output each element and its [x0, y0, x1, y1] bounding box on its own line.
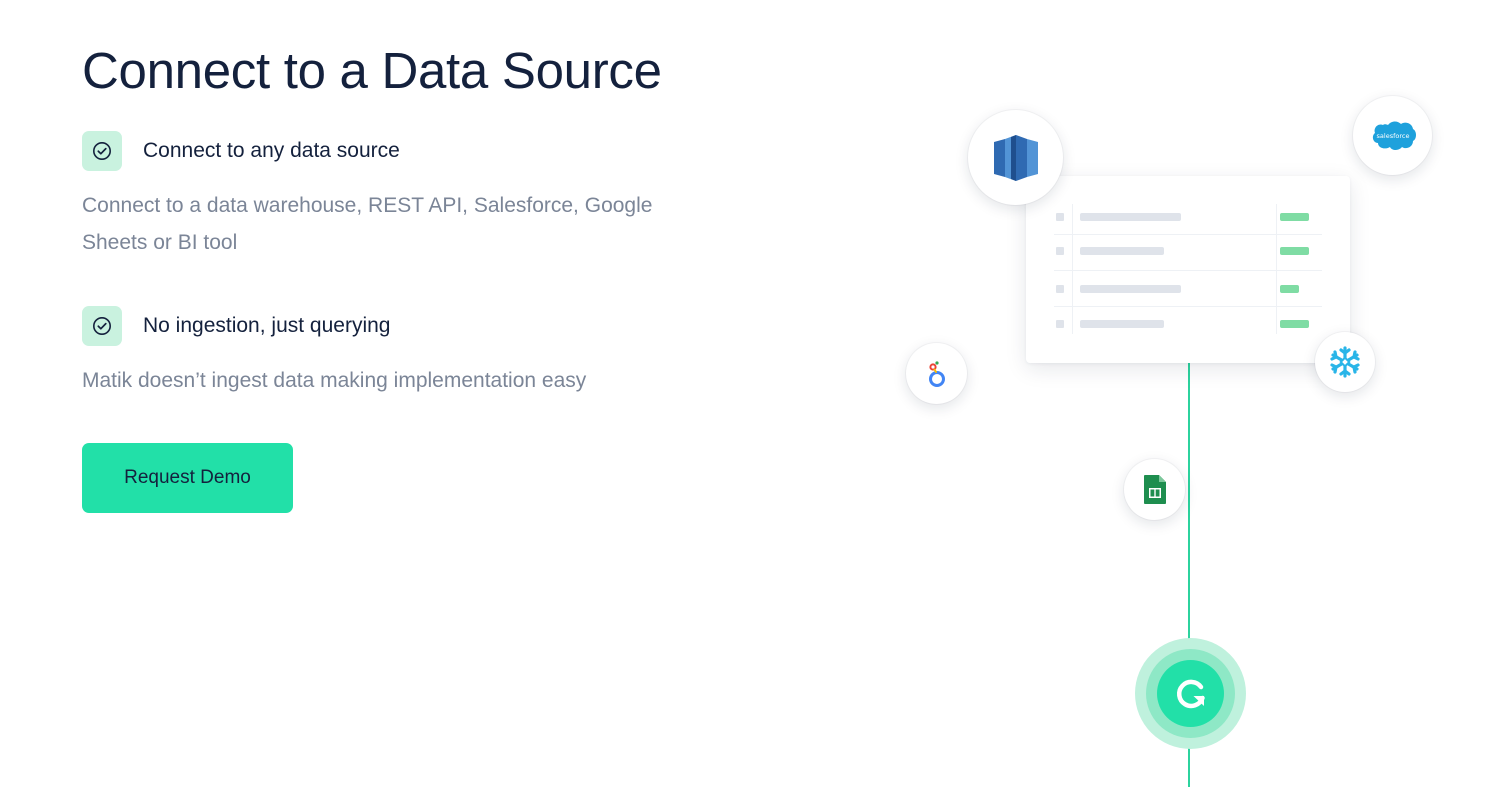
- connector-line: [1188, 352, 1190, 787]
- connect-data-source-section: Connect to a Data Source Connect to any …: [0, 0, 1511, 787]
- amazon-redshift-logo-icon: [968, 110, 1063, 205]
- table-row-divider: [1054, 270, 1322, 271]
- feature-heading-row: No ingestion, just querying: [82, 306, 702, 346]
- google-sheets-logo-icon: [1124, 459, 1185, 520]
- feature-title: No ingestion, just querying: [143, 314, 391, 337]
- check-circle-icon: [82, 306, 122, 346]
- table-divider: [1276, 204, 1277, 334]
- table-row-status: [1280, 285, 1299, 293]
- feature-description: Matik doesn’t ingest data making impleme…: [82, 369, 587, 392]
- table-row-marker: [1056, 320, 1064, 328]
- table-row-status: [1280, 247, 1309, 255]
- table-row-status: [1280, 213, 1309, 221]
- request-demo-button[interactable]: Request Demo: [82, 443, 293, 513]
- table-row-divider: [1054, 234, 1322, 235]
- table-preview-card: [1026, 176, 1350, 363]
- table-row-placeholder: [1080, 320, 1164, 328]
- sync-glow-ring: [1135, 638, 1246, 749]
- check-circle-icon: [82, 131, 122, 171]
- table-row-marker: [1056, 213, 1064, 221]
- feature-title: Connect to any data source: [143, 139, 400, 162]
- feature-description: Connect to a data warehouse, REST API, S…: [82, 194, 653, 254]
- snowflake-logo-icon: [1315, 332, 1375, 392]
- section-title: Connect to a Data Source: [82, 42, 662, 99]
- feature-no-ingestion: No ingestion, just querying Matik doesn’…: [82, 306, 702, 399]
- table-row-placeholder: [1080, 213, 1181, 221]
- table-row-status: [1280, 320, 1309, 328]
- feature-heading-row: Connect to any data source: [82, 131, 702, 171]
- table-row-marker: [1056, 247, 1064, 255]
- table-divider: [1072, 204, 1073, 334]
- salesforce-logo-icon: salesforce: [1353, 96, 1432, 175]
- feature-connect-any-source: Connect to any data source Connect to a …: [82, 131, 702, 261]
- table-row-divider: [1054, 306, 1322, 307]
- table-row-marker: [1056, 285, 1064, 293]
- sync-refresh-icon: [1157, 660, 1224, 727]
- table-row-placeholder: [1080, 247, 1164, 255]
- looker-logo-icon: [906, 343, 967, 404]
- salesforce-logo-text: salesforce: [1376, 132, 1409, 140]
- table-row-placeholder: [1080, 285, 1181, 293]
- sync-glow-ring: [1146, 649, 1235, 738]
